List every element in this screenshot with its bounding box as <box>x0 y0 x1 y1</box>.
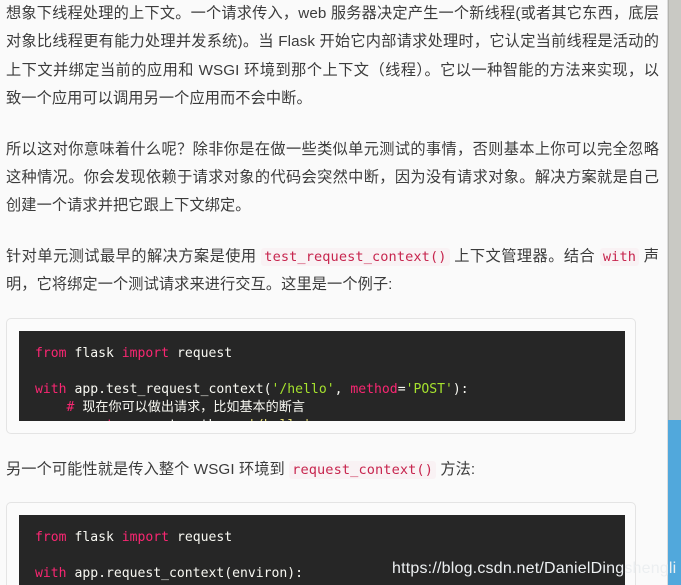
paragraph-what-it-means: 所以这对你意味着什么呢？除非你是在做一些类似单元测试的事情，否则基本上你可以完全… <box>6 140 659 215</box>
paragraph-unit-test-solution: 针对单元测试最早的解决方案是使用 test_request_context() … <box>6 243 659 300</box>
vertical-scrollbar-thumb[interactable] <box>668 0 681 420</box>
inline-code-test-request-context: test_request_context() <box>261 247 450 266</box>
text-run: 另一个可能性就是传入整个 WSGI 环境到 <box>6 460 290 478</box>
code-content[interactable]: from flask import request with app.test_… <box>19 330 625 421</box>
code-block-test-request-context: from flask import request with app.test_… <box>6 317 636 434</box>
watermark: https://blog.csdn.net/DanielDingshengli <box>392 560 677 577</box>
inline-code-with: with <box>599 247 640 266</box>
paragraph-wsgi-environ: 另一个可能性就是传入整个 WSGI 环境到 request_context() … <box>6 456 659 484</box>
text-run: 针对单元测试最早的解决方案是使用 <box>6 247 262 265</box>
inline-code-request-context: request_context() <box>289 460 437 479</box>
vertical-scrollbar-track[interactable] <box>667 0 681 585</box>
text-run: 上下文管理器。结合 <box>449 247 600 265</box>
document-page: 想象下线程处理的上下文。一个请求传入，web 服务器决定产生一个新线程(或者其它… <box>0 0 667 585</box>
text-run: 方法: <box>436 460 476 478</box>
paragraph-thread-context: 想象下线程处理的上下文。一个请求传入，web 服务器决定产生一个新线程(或者其它… <box>6 5 659 108</box>
